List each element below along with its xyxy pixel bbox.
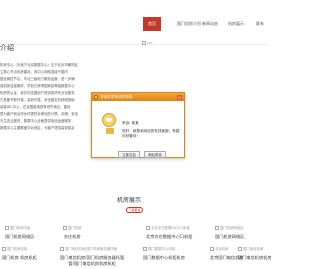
dialog-title: 非常在意来访的您说 — [100, 94, 133, 99]
top-navigation: 首页 国门机房介绍 新闻动态 机房展示 联系 — [0, 0, 269, 45]
room-card[interactable]: 国门机房网络区 国门机房网络区 — [215, 225, 244, 240]
room-image-alt: 北京亦庄数据中心(C)机柜 — [151, 226, 190, 230]
agent-avatar-base — [106, 128, 114, 134]
room-label: 国门机房网络区 — [5, 234, 35, 239]
room-image-alt: 北京机房 — [215, 247, 229, 251]
broken-image-icon — [60, 247, 64, 251]
nav-item-rooms[interactable]: 机房展示 — [228, 17, 244, 31]
close-icon[interactable]: × — [177, 94, 182, 100]
room-card[interactable]: 国门机房内景 国门机房网络区 — [5, 225, 34, 240]
dialog-body: 来自: 某某 您好，我是本网站的在线客服，有疑问尽管问！ 立即交谈 稍后再说 — [92, 101, 184, 159]
intro-line: 保机房连接服务，项目已获得国家高等级数据中心 — [0, 84, 75, 88]
dialog-message: 您好，我是本网站的在线客服，有疑问尽管问！ — [122, 129, 180, 138]
room-label: 国门数据中心机柜机房 — [143, 255, 185, 260]
chat-now-button[interactable]: 立即交谈 — [118, 151, 140, 158]
broken-image-icon — [143, 247, 147, 251]
broken-image-icon — [146, 226, 150, 230]
room-image-alt: 国门数据中心机柜 — [148, 247, 176, 251]
room-label: 北京亦庄数据中心C)机柜 — [146, 234, 193, 239]
room-card[interactable]: 国门电信机房 国门电信机房机房 — [238, 246, 272, 261]
room-image-alt: 国门机房网络区 — [220, 226, 244, 230]
room-card[interactable]: 国门机房 亦庄机房 — [63, 225, 82, 240]
room-card[interactable]: 国门机房机柜 国门机房 机房机柜 — [2, 246, 37, 261]
rooms-section-title: 机房展示 — [117, 197, 142, 204]
room-image-alt: 国门机房 — [68, 226, 82, 230]
room-label-line2: 管/国门电信机房机房机柜 — [68, 261, 116, 266]
room-label: 国门机房网络区 — [215, 234, 245, 239]
broken-image-icon — [215, 226, 219, 230]
learn-more-button[interactable]: 了解更多 — [126, 207, 143, 213]
later-button[interactable]: 稍后再说 — [144, 151, 166, 158]
broken-image-icon — [142, 41, 146, 45]
chat-invite-dialog: 非常在意来访的您说 × 来自: 某某 您好，我是本网站的在线客服，有疑问尽管问！… — [91, 92, 185, 158]
room-card[interactable]: 国门电信机房/国门机房服务器托管 国门电信机房/国门机房服务器托管 管/国门电信… — [60, 246, 124, 267]
intro-image: ccc — [142, 41, 156, 47]
intro-line: 机房中心（天地宁北京数据中心）位于北京市朝阳区 — [0, 63, 78, 67]
nav-item-home[interactable]: 首页 — [143, 17, 161, 31]
intro-image-alt: ccc — [147, 41, 153, 45]
nav-item-intro[interactable]: 国门机房介绍 — [177, 17, 201, 31]
broken-image-icon — [210, 247, 214, 251]
intro-title: 介绍 — [0, 44, 14, 52]
broken-image-icon — [5, 226, 9, 230]
room-label: 亦庄机房 — [63, 234, 81, 239]
room-label: 国门机房 机房机柜 — [2, 255, 37, 260]
room-card[interactable]: 国门数据中心机柜 国门数据中心机柜机房 — [143, 246, 185, 261]
room-label: 国门电信机房机房 — [238, 255, 272, 260]
nav-item-contact[interactable]: 联系 — [256, 17, 264, 31]
intro-line: 国全局性节点，华北三级电力服务运营，进一步确 — [0, 77, 75, 81]
broken-image-icon — [238, 247, 242, 251]
dialog-header: 非常在意来访的您说 × — [92, 93, 184, 101]
room-card[interactable]: 北京亦庄数据中心(C)机柜 北京亦庄数据中心C)机柜 — [146, 225, 192, 240]
agent-avatar — [102, 113, 116, 127]
room-image-alt: 国门电信机房/国门机房服务器托管 — [65, 247, 118, 251]
broken-image-icon — [2, 247, 6, 251]
nav-item-news[interactable]: 新闻动态 — [202, 17, 218, 31]
room-image-alt: 国门电信机房 — [243, 247, 264, 251]
broken-image-icon — [63, 226, 67, 230]
agent-name: 来自: 某某 — [122, 121, 139, 125]
room-image-alt: 国门机房机柜 — [7, 247, 28, 251]
room-image-alt: 国门机房内景 — [10, 226, 31, 230]
intro-line: 立核心节点机房建设，其中心网络连接于国内 — [0, 70, 68, 74]
